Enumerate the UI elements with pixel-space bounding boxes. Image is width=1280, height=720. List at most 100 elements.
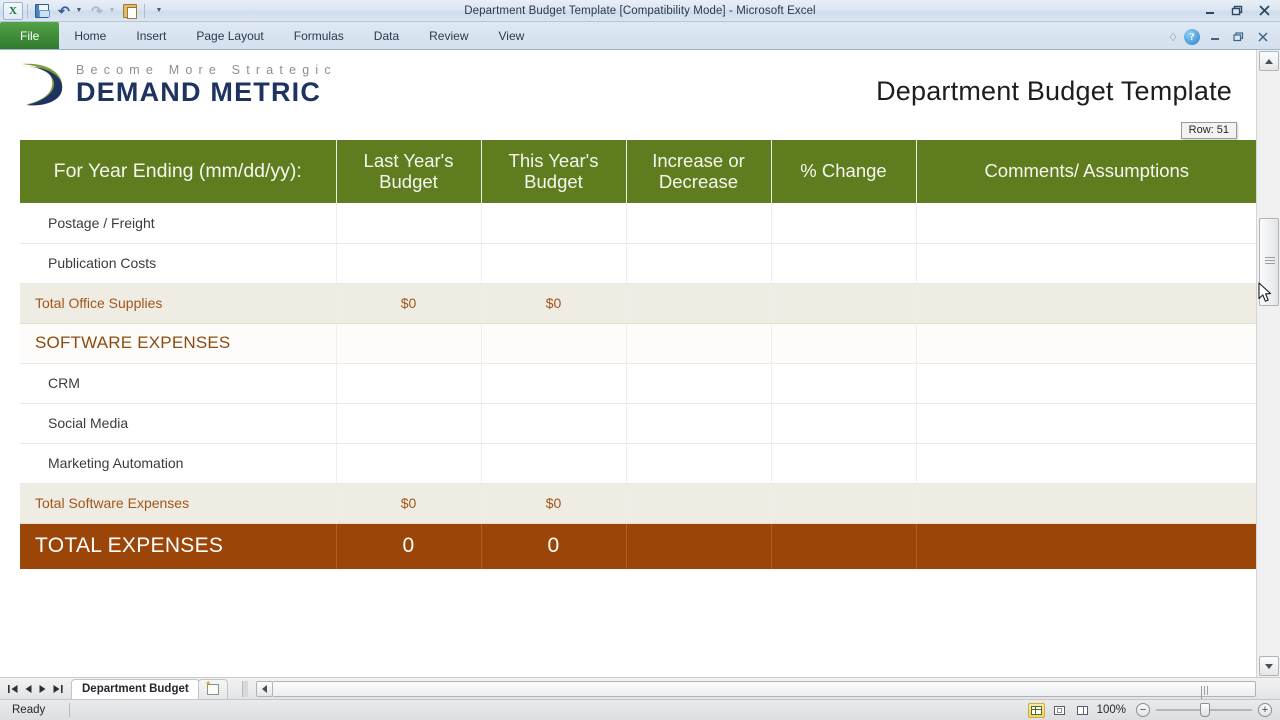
cell-increase-decrease[interactable] bbox=[626, 523, 772, 569]
tab-split-handle[interactable] bbox=[241, 680, 248, 697]
cell-last-year[interactable] bbox=[336, 363, 482, 404]
cell-last-year[interactable] bbox=[336, 203, 482, 244]
previous-sheet-icon[interactable] bbox=[24, 684, 33, 694]
cell-comments[interactable] bbox=[916, 363, 1256, 404]
table-row-subtotal[interactable]: Total Software Expenses $0 $0 bbox=[20, 483, 1256, 524]
table-row[interactable]: Marketing Automation bbox=[20, 443, 1256, 484]
cell-comments[interactable] bbox=[916, 283, 1256, 324]
minimize-ribbon-icon[interactable] bbox=[1206, 28, 1224, 46]
vertical-scrollbar-thumb[interactable] bbox=[1259, 218, 1279, 306]
scroll-up-icon[interactable] bbox=[1259, 51, 1279, 71]
cell-last-year[interactable]: 0 bbox=[336, 523, 482, 569]
cell-percent-change[interactable] bbox=[771, 203, 917, 244]
cell-percent-change[interactable] bbox=[771, 403, 917, 444]
next-sheet-icon[interactable] bbox=[38, 684, 47, 694]
horizontal-scrollbar-track[interactable] bbox=[272, 680, 1256, 704]
horizontal-scrollbar[interactable] bbox=[255, 680, 1256, 704]
row-label[interactable]: Total Office Supplies bbox=[20, 283, 337, 324]
cell-percent-change[interactable] bbox=[771, 483, 917, 524]
row-label[interactable]: CRM bbox=[20, 363, 337, 404]
cell-this-year[interactable] bbox=[481, 243, 627, 284]
cell-comments[interactable] bbox=[916, 443, 1256, 484]
tab-review[interactable]: Review bbox=[414, 22, 483, 49]
cell-increase-decrease[interactable] bbox=[626, 323, 772, 364]
zoom-level[interactable]: 100% bbox=[1097, 704, 1126, 716]
cell-increase-decrease[interactable] bbox=[626, 483, 772, 524]
restore-ribbon-icon[interactable] bbox=[1230, 28, 1248, 46]
cell-increase-decrease[interactable] bbox=[626, 363, 772, 404]
row-label[interactable]: Marketing Automation bbox=[20, 443, 337, 484]
cell-last-year[interactable] bbox=[336, 403, 482, 444]
cell-percent-change[interactable] bbox=[771, 523, 917, 569]
cell-last-year[interactable]: $0 bbox=[336, 483, 482, 524]
zoom-slider[interactable] bbox=[1156, 703, 1252, 717]
cell-this-year[interactable]: $0 bbox=[481, 283, 627, 324]
cell-last-year[interactable]: $0 bbox=[336, 283, 482, 324]
cell-comments[interactable] bbox=[916, 203, 1256, 244]
tab-formulas[interactable]: Formulas bbox=[279, 22, 359, 49]
last-sheet-icon[interactable] bbox=[52, 684, 63, 694]
section-label[interactable]: SOFTWARE EXPENSES bbox=[20, 323, 337, 364]
table-row[interactable]: Publication Costs bbox=[20, 243, 1256, 284]
sheet-tab-department-budget[interactable]: Department Budget bbox=[71, 678, 200, 699]
row-label[interactable]: TOTAL EXPENSES bbox=[20, 523, 337, 569]
row-label[interactable]: Publication Costs bbox=[20, 243, 337, 284]
cell-comments[interactable] bbox=[916, 243, 1256, 284]
cell-increase-decrease[interactable] bbox=[626, 243, 772, 284]
tab-insert[interactable]: Insert bbox=[121, 22, 181, 49]
cell-comments[interactable] bbox=[916, 483, 1256, 524]
vertical-scrollbar[interactable] bbox=[1256, 50, 1280, 677]
page-break-view-button[interactable] bbox=[1074, 703, 1091, 718]
cell-increase-decrease[interactable] bbox=[626, 403, 772, 444]
first-sheet-icon[interactable] bbox=[8, 684, 19, 694]
row-label[interactable]: Postage / Freight bbox=[20, 203, 337, 244]
cell-increase-decrease[interactable] bbox=[626, 443, 772, 484]
zoom-out-button[interactable]: − bbox=[1136, 703, 1150, 717]
cell-percent-change[interactable] bbox=[771, 323, 917, 364]
row-label[interactable]: Social Media bbox=[20, 403, 337, 444]
cell-last-year[interactable] bbox=[336, 323, 482, 364]
cell-percent-change[interactable] bbox=[771, 363, 917, 404]
worksheet-area[interactable]: Become More Strategic DEMAND METRIC Depa… bbox=[0, 50, 1256, 677]
close-ribbon-icon[interactable] bbox=[1254, 28, 1272, 46]
normal-view-button[interactable] bbox=[1027, 702, 1045, 718]
cell-this-year[interactable]: 0 bbox=[481, 523, 627, 569]
cell-this-year[interactable] bbox=[481, 443, 627, 484]
table-row[interactable]: CRM bbox=[20, 363, 1256, 404]
tab-home[interactable]: Home bbox=[59, 22, 121, 49]
help-icon[interactable]: ? bbox=[1184, 29, 1200, 45]
cell-last-year[interactable] bbox=[336, 443, 482, 484]
cell-comments[interactable] bbox=[916, 323, 1256, 364]
scroll-left-icon[interactable] bbox=[255, 680, 273, 697]
table-row-subtotal[interactable]: Total Office Supplies $0 $0 bbox=[20, 283, 1256, 324]
cell-this-year[interactable] bbox=[481, 363, 627, 404]
cell-increase-decrease[interactable] bbox=[626, 203, 772, 244]
row-label[interactable]: Total Software Expenses bbox=[20, 483, 337, 524]
status-bar: Ready 100% − + bbox=[0, 699, 1280, 720]
zoom-slider-thumb[interactable] bbox=[1200, 703, 1210, 717]
cell-percent-change[interactable] bbox=[771, 283, 917, 324]
scroll-down-icon[interactable] bbox=[1259, 656, 1279, 676]
cell-comments[interactable] bbox=[916, 403, 1256, 444]
table-row[interactable]: Social Media bbox=[20, 403, 1256, 444]
zoom-in-button[interactable]: + bbox=[1258, 703, 1272, 717]
cell-increase-decrease[interactable] bbox=[626, 283, 772, 324]
cell-this-year[interactable]: $0 bbox=[481, 483, 627, 524]
cell-last-year[interactable] bbox=[336, 243, 482, 284]
cell-this-year[interactable] bbox=[481, 203, 627, 244]
cell-percent-change[interactable] bbox=[771, 243, 917, 284]
chevron-up-icon[interactable]: ♢ bbox=[1168, 31, 1178, 44]
cell-percent-change[interactable] bbox=[771, 443, 917, 484]
cell-this-year[interactable] bbox=[481, 403, 627, 444]
tab-view[interactable]: View bbox=[484, 22, 540, 49]
cell-comments[interactable] bbox=[916, 523, 1256, 569]
table-row-section[interactable]: SOFTWARE EXPENSES bbox=[20, 323, 1256, 364]
tab-file[interactable]: File bbox=[0, 22, 60, 49]
page-layout-view-button[interactable] bbox=[1051, 703, 1068, 718]
table-row-grand-total[interactable]: TOTAL EXPENSES 0 0 bbox=[20, 523, 1256, 569]
cell-this-year[interactable] bbox=[481, 323, 627, 364]
tab-page-layout[interactable]: Page Layout bbox=[181, 22, 278, 49]
tab-data[interactable]: Data bbox=[359, 22, 414, 49]
table-row[interactable]: Postage / Freight bbox=[20, 203, 1256, 244]
insert-worksheet-button[interactable] bbox=[197, 678, 228, 699]
